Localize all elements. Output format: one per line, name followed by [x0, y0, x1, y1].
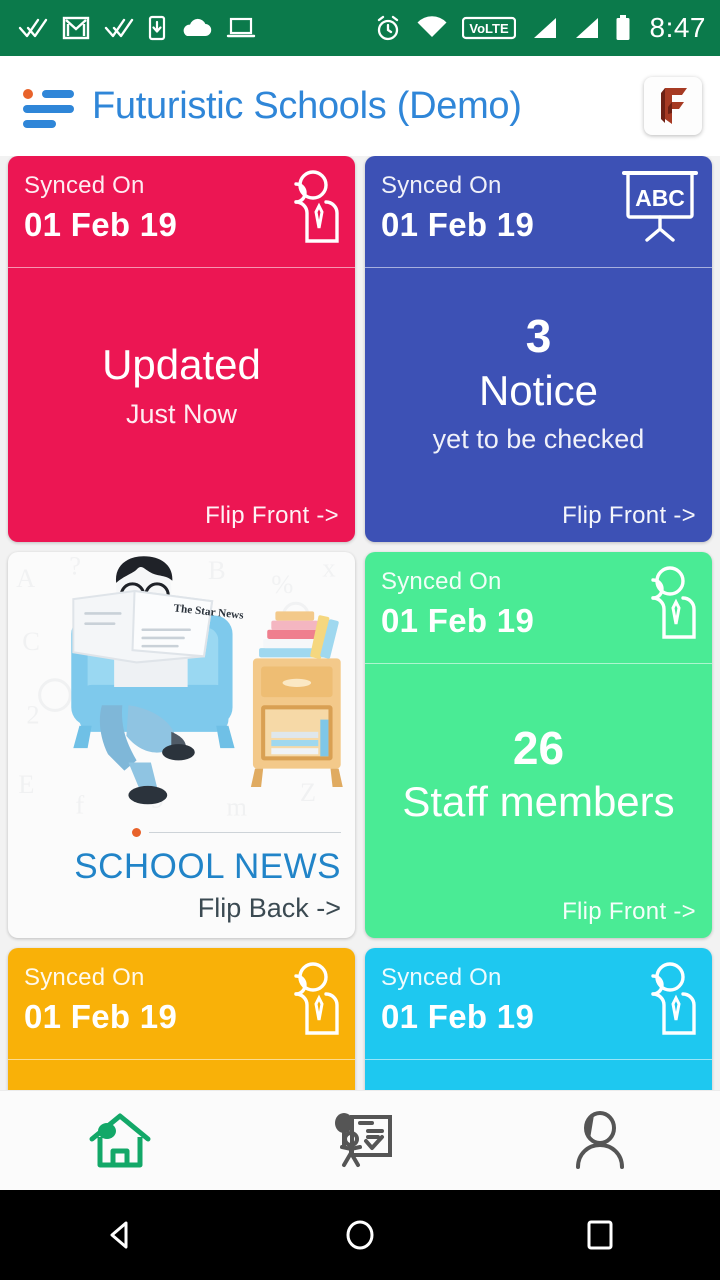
android-home-button[interactable]	[240, 1190, 480, 1280]
svg-text:B: B	[208, 555, 226, 585]
alarm-icon	[377, 15, 398, 41]
hamburger-menu-icon[interactable]	[22, 86, 74, 128]
flip-label[interactable]: Flip Front ->	[562, 502, 696, 530]
flip-label[interactable]: Flip Front ->	[562, 898, 696, 926]
menu-line	[23, 105, 74, 113]
svg-text:E: E	[18, 769, 34, 799]
card-notice[interactable]: Synced On 01 Feb 19 ABC 3 Notice yet to …	[365, 156, 712, 542]
card-title: Notice	[478, 366, 599, 414]
card-title: Updated	[102, 341, 261, 389]
recents-square-icon	[587, 1220, 613, 1250]
android-recents-button[interactable]	[480, 1190, 720, 1280]
status-bar-right-icons: VoLTE 8:47	[374, 12, 707, 44]
laptop-icon	[226, 17, 256, 38]
card-updated[interactable]: Synced On 01 Feb 19 Updated Just Now Fli…	[8, 156, 355, 542]
teacher-icon	[626, 960, 698, 1043]
home-icon	[89, 1113, 151, 1167]
card-body: 3 Notice yet to be checked Flip Front ->	[365, 268, 712, 542]
svg-text:A: A	[16, 563, 35, 593]
back-triangle-icon	[110, 1221, 128, 1249]
flip-label[interactable]: Flip Back ->	[22, 893, 341, 924]
app-bar: Futuristic Schools (Demo)	[0, 56, 720, 156]
volte-icon: VoLTE	[461, 16, 516, 40]
svg-text:x: x	[322, 553, 335, 583]
android-navigation-bar	[0, 1190, 720, 1280]
card-body: Updated Just Now Flip Front ->	[8, 268, 355, 542]
wifi-icon	[417, 16, 446, 37]
svg-text:ABC: ABC	[635, 185, 685, 211]
status-bar-clock: 8:47	[649, 12, 706, 43]
battery-icon	[616, 15, 629, 40]
nav-item-profile[interactable]	[480, 1091, 720, 1190]
card-count: 26	[512, 721, 565, 774]
logo-f-icon	[661, 88, 687, 124]
card-subtitle: Just Now	[125, 398, 238, 429]
svg-text:%: %	[271, 569, 293, 599]
nav-item-teacher[interactable]	[240, 1091, 480, 1190]
whiteboard-abc-icon: ABC	[622, 168, 698, 251]
download-phone-icon	[148, 15, 166, 41]
svg-text:VoLTE: VoLTE	[469, 21, 509, 36]
home-circle-icon	[346, 1220, 374, 1250]
svg-text:2: 2	[26, 700, 39, 730]
menu-line	[23, 120, 56, 128]
signal-icon	[533, 18, 556, 38]
card-count: 3	[525, 310, 552, 362]
android-back-button[interactable]	[0, 1190, 240, 1280]
phone-screen: VoLTE 8:47 Futuristic Schools (Demo) Syn…	[0, 0, 720, 1280]
menu-accent-dot	[23, 89, 33, 99]
signal-icon	[575, 18, 598, 38]
svg-text:f: f	[75, 789, 84, 819]
teacher-icon	[269, 960, 341, 1043]
man-reading-newspaper-illustration: A?+ B%x C72 DEf 9mZ	[8, 552, 355, 828]
gmail-icon	[62, 16, 90, 40]
dashboard-card-grid: Synced On 01 Feb 19 Updated Just Now Fli…	[0, 156, 720, 1170]
card-header: Synced On 01 Feb 19 ABC	[365, 156, 712, 268]
menu-line	[42, 90, 74, 98]
flip-label[interactable]: Flip Front ->	[205, 502, 339, 530]
card-title: SCHOOL NEWS	[74, 847, 341, 886]
card-header: Synced On 01 Feb 19	[8, 156, 355, 268]
rule-line	[149, 832, 341, 833]
status-bar: VoLTE 8:47	[0, 0, 720, 56]
cloud-icon	[183, 18, 212, 37]
double-check-icon	[18, 18, 48, 38]
divider	[132, 828, 341, 837]
card-school-news[interactable]: A?+ B%x C72 DEf 9mZ	[8, 552, 355, 938]
svg-text:m: m	[226, 792, 247, 822]
app-logo[interactable]	[644, 77, 702, 135]
card-title: Staff members	[402, 778, 675, 826]
page-title: Futuristic Schools (Demo)	[92, 84, 522, 127]
double-check-icon	[104, 18, 134, 38]
svg-text:Z: Z	[300, 777, 316, 807]
teacher-icon	[269, 168, 341, 251]
accent-dot	[132, 828, 141, 837]
card-header: Synced On 01 Feb 19	[365, 948, 712, 1060]
bottom-navigation-bar	[0, 1090, 720, 1190]
card-header: Synced On 01 Feb 19	[8, 948, 355, 1060]
person-icon	[576, 1110, 624, 1169]
card-subtitle: yet to be checked	[432, 423, 645, 454]
card-body: 26 Staff members Flip Front ->	[365, 664, 712, 938]
card-header: Synced On 01 Feb 19	[365, 552, 712, 664]
svg-text:?: ?	[69, 552, 81, 581]
teacher-board-icon	[335, 1112, 392, 1167]
teacher-icon	[626, 564, 698, 647]
status-bar-left-icons	[18, 15, 256, 41]
nav-item-home[interactable]	[0, 1091, 240, 1190]
card-footer: SCHOOL NEWS Flip Back ->	[8, 828, 355, 938]
svg-text:C: C	[22, 626, 40, 656]
card-staff-members[interactable]: Synced On 01 Feb 19 26 Staff members Fli…	[365, 552, 712, 938]
